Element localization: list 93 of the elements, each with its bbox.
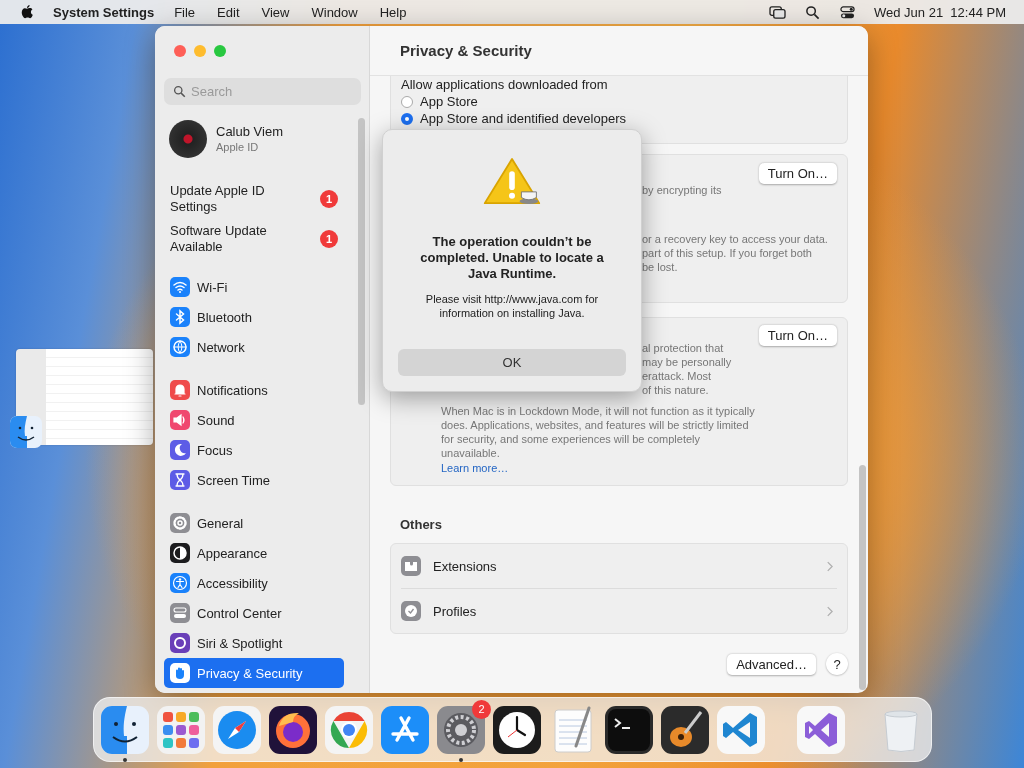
menu-item[interactable]: Edit [217, 4, 240, 20]
sidebar-item[interactable]: Wi-Fi [164, 272, 344, 302]
sidebar-alert[interactable]: Update Apple ID Settings 1 [164, 179, 344, 219]
toggles-icon [170, 603, 190, 623]
siri-icon [170, 633, 190, 653]
search-field[interactable]: Search [164, 78, 361, 105]
advanced-button[interactable]: Advanced… [727, 653, 816, 675]
sidebar-item[interactable]: General [164, 508, 344, 538]
description-text: erattack. Most [642, 369, 713, 383]
finder-face-icon[interactable] [10, 416, 42, 448]
sidebar-alert[interactable]: Software Update Available 1 [164, 219, 344, 259]
account-subtitle: Apple ID [216, 140, 260, 154]
sidebar-item[interactable]: Bluetooth [164, 302, 344, 332]
scrollbar[interactable] [358, 118, 365, 405]
description-text: of this nature. [642, 383, 710, 397]
description-text: When Mac is in Lockdown Mode, it will not function as it typically does. Applications, websites, and features will be strictly limited for security, and some experiences will be completely unavailable. [441, 404, 756, 460]
search-icon[interactable] [804, 4, 821, 20]
infinity-ribbon-icon[interactable] [797, 705, 845, 754]
menu-item[interactable]: Window [311, 4, 358, 20]
finder-face-icon[interactable] [101, 705, 149, 754]
sidebar-item[interactable]: Privacy & Security [164, 658, 344, 688]
description-text: be lost. [642, 260, 679, 274]
description-text: may be personally [642, 355, 733, 369]
app-menu[interactable]: System Settings [53, 4, 155, 20]
menu-item[interactable]: File [174, 4, 196, 20]
settings-row[interactable]: Extensions [401, 544, 837, 588]
account-name: Calub Viem [216, 124, 283, 140]
bluetooth-icon [170, 307, 190, 327]
sidebar-item[interactable]: Accessibility [164, 568, 344, 598]
close-button[interactable] [174, 45, 186, 57]
gear-icon[interactable] [437, 705, 485, 754]
notification-badge: 1 [320, 230, 338, 248]
notification-badge: 1 [320, 190, 338, 208]
radio-option[interactable]: App Store and identified developers [401, 110, 837, 127]
radio-button[interactable] [401, 95, 413, 108]
screen-mirroring-icon[interactable] [769, 4, 786, 20]
turn-on-button[interactable]: Turn On… [758, 325, 837, 346]
puzzle-icon [401, 556, 421, 576]
radio-button[interactable] [401, 112, 413, 125]
contrast-icon [170, 543, 190, 563]
wifi-icon [170, 277, 190, 297]
compass-icon[interactable] [213, 705, 261, 754]
menu-bar-clock[interactable]: Wed Jun 21 12:44 PM [874, 4, 1006, 20]
sidebar-item[interactable]: Sound [164, 405, 344, 435]
fox-globe-icon[interactable] [269, 705, 317, 754]
chevron-icon [826, 605, 833, 617]
gear-icon [170, 513, 190, 533]
description-text: by encrypting its [642, 183, 723, 197]
description-text: or a recovery key to access your data. [642, 232, 829, 246]
sidebar-item[interactable]: Screen Time [164, 465, 344, 495]
section-label: Allow applications downloaded from [401, 76, 609, 93]
app-grid-icon[interactable] [157, 705, 205, 754]
control-center-icon[interactable] [839, 4, 856, 20]
globe-icon [170, 337, 190, 357]
terminal-icon[interactable] [605, 705, 653, 754]
description-text: part of this setup. If you forget both [642, 246, 813, 260]
window-thumbnail[interactable] [16, 349, 153, 445]
hourglass-icon [170, 470, 190, 490]
dialog-title: The operation couldn’t be completed. Unable to locate a Java Runtime. [419, 234, 605, 282]
ribbon-icon[interactable] [717, 705, 765, 754]
ok-button[interactable]: OK [398, 349, 626, 376]
letter-a-icon[interactable] [381, 705, 429, 754]
chevron-icon [826, 560, 833, 572]
menu-item[interactable]: View [261, 4, 290, 20]
bell-icon [170, 380, 190, 400]
dialog-message: Please visit http://www.java.com for information on installing Java. [424, 292, 600, 320]
sidebar-item[interactable]: Notifications [164, 375, 344, 405]
avatar[interactable] [169, 120, 207, 158]
guitar-icon[interactable] [661, 705, 709, 754]
sidebar-item[interactable]: Network [164, 332, 344, 362]
sidebar-item[interactable]: Appearance [164, 538, 344, 568]
menu-item[interactable]: Help [379, 4, 407, 20]
settings-row[interactable]: Profiles [401, 588, 837, 633]
sidebar-item[interactable]: Focus [164, 435, 344, 465]
help-button[interactable]: ? [826, 653, 848, 675]
clock-icon[interactable] [493, 705, 541, 754]
accessibility-icon [170, 573, 190, 593]
hand-icon [170, 663, 190, 683]
section-heading: Others [400, 516, 443, 534]
sidebar-item[interactable]: Control Center [164, 598, 344, 628]
sidebar-item[interactable]: Siri & Spotlight [164, 628, 344, 658]
learn-more-link[interactable]: Learn more… [441, 461, 509, 475]
window-title: Privacy & Security [400, 42, 532, 59]
moon-icon [170, 440, 190, 460]
scrollbar[interactable] [859, 465, 866, 690]
speaker-icon [170, 410, 190, 430]
radio-option[interactable]: App Store [401, 93, 837, 110]
badge-check-icon [401, 601, 421, 621]
turn-on-button[interactable]: Turn On… [758, 163, 837, 184]
search-icon [173, 85, 186, 98]
notification-badge: 2 [472, 699, 491, 719]
description-text: al protection that [642, 341, 725, 355]
apple-icon[interactable] [20, 4, 34, 20]
